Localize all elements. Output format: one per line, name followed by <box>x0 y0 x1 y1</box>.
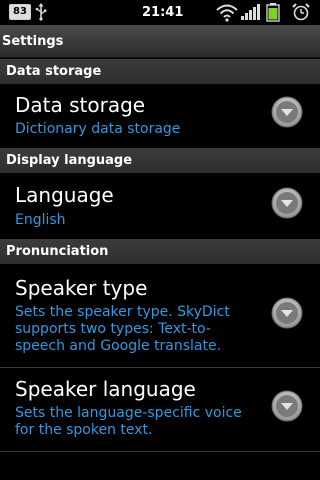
chevron-down-circle-icon <box>271 96 303 128</box>
chevron-down-circle-icon <box>271 297 303 329</box>
battery-icon <box>266 3 280 22</box>
signal-icon <box>241 4 260 20</box>
wifi-icon <box>216 4 238 22</box>
page-title: Settings <box>2 34 64 49</box>
preference-summary: English <box>15 212 66 228</box>
status-bar: 83 21:41 <box>0 0 320 25</box>
preference-title: Speaker language <box>15 377 196 401</box>
category-label: Data storage <box>6 64 102 79</box>
preference-title: Language <box>15 183 114 207</box>
preference-speaker-language[interactable]: Speaker language Sets the language-speci… <box>0 368 320 450</box>
battery-level-badge: 83 <box>9 4 31 20</box>
chevron-down-circle-icon <box>271 187 303 219</box>
alarm-clock-icon <box>292 3 310 21</box>
title-bar: Settings <box>0 25 320 58</box>
category-label: Display language <box>6 153 133 168</box>
preference-summary: Dictionary data storage <box>15 121 181 137</box>
preference-language[interactable]: Language English <box>0 173 320 237</box>
category-label: Pronunciation <box>6 244 109 259</box>
preference-title: Data storage <box>15 93 146 117</box>
category-header-data-storage: Data storage <box>0 59 320 84</box>
clock-time: 21:41 <box>142 5 184 20</box>
chevron-down-circle-icon <box>271 390 303 422</box>
preference-summary: Sets the speaker type. SkyDict supports … <box>15 304 230 354</box>
preference-summary: Sets the language-specific voice for the… <box>15 405 242 438</box>
category-header-pronunciation: Pronunciation <box>0 239 320 264</box>
divider <box>0 451 320 452</box>
preference-title: Speaker type <box>15 276 148 300</box>
preference-speaker-type[interactable]: Speaker type Sets the speaker type. SkyD… <box>0 264 320 366</box>
usb-icon <box>35 3 47 21</box>
preference-data-storage[interactable]: Data storage Dictionary data storage <box>0 84 320 148</box>
category-header-display-language: Display language <box>0 148 320 173</box>
